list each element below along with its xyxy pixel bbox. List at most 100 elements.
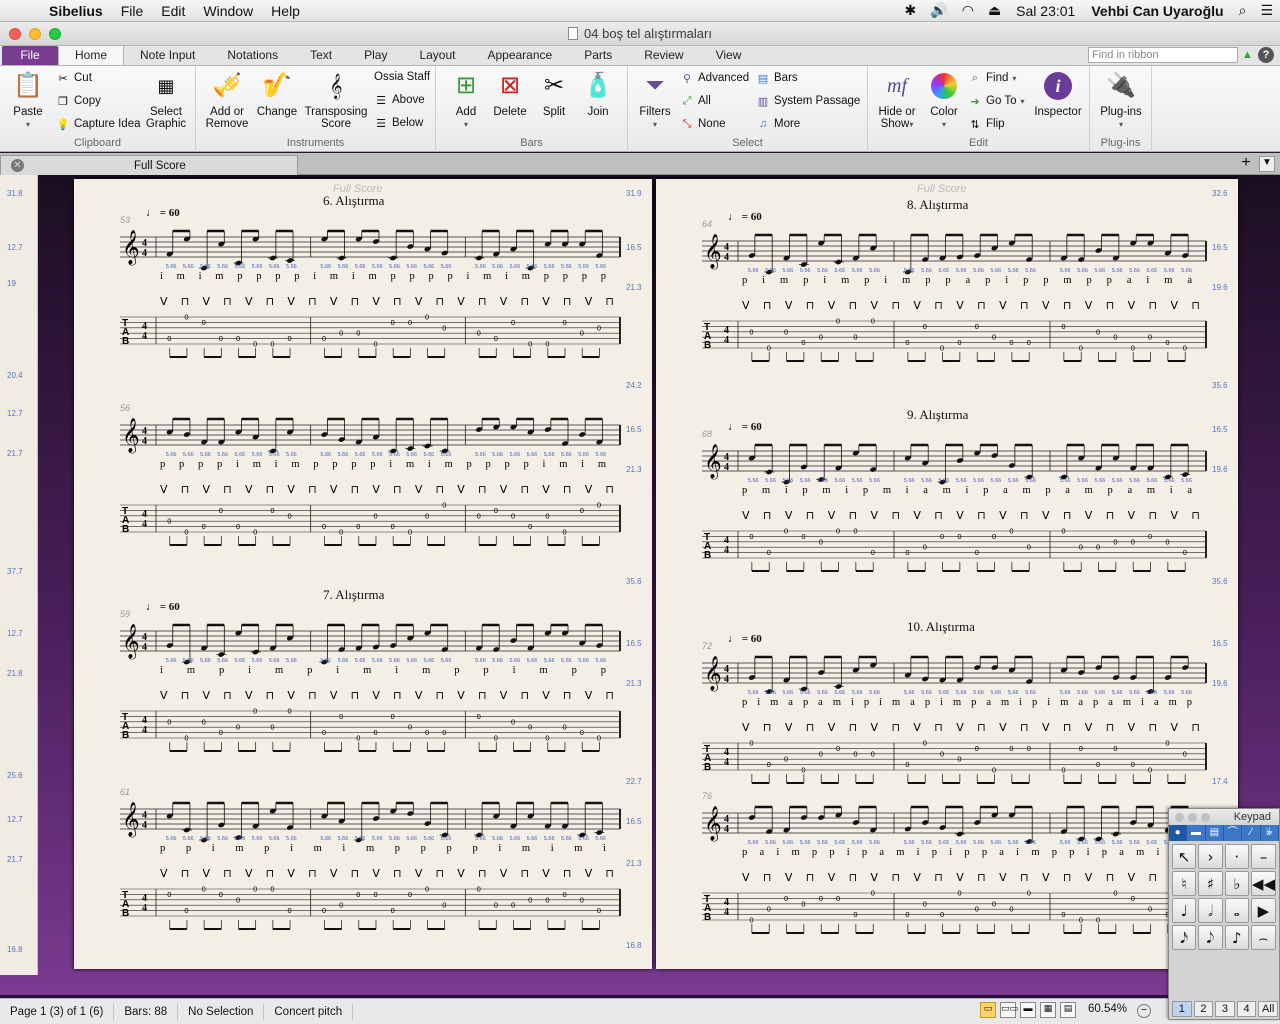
tab-fret-number[interactable]: 0: [923, 899, 927, 908]
tab-fret-number[interactable]: 0: [322, 906, 326, 915]
tab-fret-number[interactable]: 0: [749, 327, 753, 336]
tab-fret-number[interactable]: 0: [184, 528, 188, 537]
tab-fret-number[interactable]: 0: [408, 890, 412, 899]
tab-fret-number[interactable]: 0: [975, 905, 979, 914]
score-notation-canvas[interactable]: 𝄞 445.66 5.66 5.66 5.66 5.66 5.66 5.66 5.66 5.66 5…: [656, 179, 1238, 969]
bowing-marks[interactable]: V ⊓ V ⊓ V ⊓ V ⊓ V ⊓ V ⊓ V ⊓ V ⊓ V ⊓ V ⊓ …: [160, 295, 614, 308]
tab-fret-number[interactable]: 0: [1079, 916, 1083, 925]
tab-fret-number[interactable]: 0: [1061, 527, 1065, 536]
tab-fret-number[interactable]: 0: [957, 889, 961, 898]
tab-fret-number[interactable]: 0: [1027, 744, 1031, 753]
transposing-score-button[interactable]: 𝄞 Transposing Score: [304, 70, 368, 131]
tab-fret-number[interactable]: 0: [767, 344, 771, 353]
tab-fret-number[interactable]: 0: [236, 334, 240, 343]
tab-fret-number[interactable]: 0: [545, 511, 549, 520]
tab-fret-number[interactable]: 0: [236, 723, 240, 732]
ribbon-search-input[interactable]: Find in ribbon: [1088, 47, 1238, 63]
tab-fret-number[interactable]: 0: [425, 313, 429, 322]
tab-fret-number[interactable]: 0: [905, 910, 909, 919]
tab-fret-number[interactable]: 0: [202, 885, 206, 894]
tab-fret-number[interactable]: 0: [801, 766, 805, 775]
select-graphic-button[interactable]: ▦ Select Graphic: [142, 70, 190, 130]
tab-fret-number[interactable]: 0: [339, 901, 343, 910]
spotlight-icon[interactable]: ⌕: [1232, 2, 1254, 19]
keypad-tab-jazz[interactable]: ∕: [1242, 825, 1261, 841]
bowing-marks[interactable]: V ⊓ V ⊓ V ⊓ V ⊓ V ⊓ V ⊓ V ⊓ V ⊓ V ⊓ V ⊓ …: [160, 867, 614, 880]
tab-layout[interactable]: Layout: [403, 46, 471, 65]
tempo-marking[interactable]: ♩ = 60: [728, 421, 762, 433]
fingering-text[interactable]: p i m a p a m i p i m a p i m p a m i p …: [742, 697, 1200, 708]
keypad-zoom-button[interactable]: [1201, 813, 1210, 822]
tab-fret-number[interactable]: 0: [511, 318, 515, 327]
bluetooth-icon[interactable]: ✱: [898, 2, 924, 19]
tab-menu-button[interactable]: ▼: [1259, 156, 1275, 172]
tab-fret-number[interactable]: 0: [767, 548, 771, 557]
tab-note-input[interactable]: Note Input: [124, 46, 211, 65]
tab-fret-number[interactable]: 0: [511, 717, 515, 726]
tab-fret-number[interactable]: 0: [356, 329, 360, 338]
tempo-marking[interactable]: ♩ = 60: [146, 601, 180, 613]
volume-icon[interactable]: 🔊: [923, 2, 954, 19]
tab-fret-number[interactable]: 0: [494, 506, 498, 515]
select-more-button[interactable]: ♫ More: [756, 117, 800, 131]
tab-fret-number[interactable]: 0: [905, 760, 909, 769]
voice-2-button[interactable]: 2: [1193, 1001, 1214, 1017]
fingering-text[interactable]: p p i m p i m i m p p p p i m i m i: [160, 843, 614, 854]
exercise-title[interactable]: 7. Alıştırma: [323, 587, 384, 603]
tab-fret-number[interactable]: 0: [373, 728, 377, 737]
keypad-key[interactable]: 𝅘𝅥𝅮: [1198, 925, 1223, 950]
multiple-pages-view-icon[interactable]: ▦: [1040, 1002, 1056, 1018]
tab-fret-number[interactable]: 0: [339, 712, 343, 721]
exercise-title[interactable]: 9. Alıştırma: [907, 407, 968, 423]
score-notation-canvas[interactable]: 𝄞 445.66 5.66 5.66 5.66 5.66 5.66 5.66 5.66 5.66 5…: [74, 179, 652, 969]
tab-fret-number[interactable]: 0: [253, 340, 257, 349]
tab-fret-number[interactable]: 0: [1183, 344, 1187, 353]
tab-fret-number[interactable]: 0: [784, 527, 788, 536]
tab-fret-number[interactable]: 0: [580, 895, 584, 904]
close-tab-icon[interactable]: ✕: [11, 159, 24, 172]
menu-window[interactable]: Window: [194, 3, 262, 19]
tab-fret-number[interactable]: 0: [408, 528, 412, 537]
bowing-marks[interactable]: V ⊓ V ⊓ V ⊓ V ⊓ V ⊓ V ⊓ V ⊓ V ⊓ V ⊓ V ⊓ …: [742, 509, 1200, 522]
close-window-button[interactable]: [9, 28, 21, 40]
score-system[interactable]: 𝄞 445.66 5.66 5.66 5.66 5.66 5.66 5.66 5.66 5.66 5…: [702, 443, 1207, 572]
tab-fret-number[interactable]: 0: [494, 334, 498, 343]
tab-fret-number[interactable]: 0: [992, 766, 996, 775]
tab-fret-number[interactable]: 0: [391, 712, 395, 721]
help-icon[interactable]: ?: [1258, 47, 1274, 63]
tab-fret-number[interactable]: 0: [975, 322, 979, 331]
tab-fret-number[interactable]: 0: [442, 323, 446, 332]
tab-fret-number[interactable]: 0: [1027, 889, 1031, 898]
fingering-text[interactable]: p p p p i m i m p p p p i m i m p p p p …: [160, 459, 614, 470]
page-layout-view-icon[interactable]: ▤: [1060, 1002, 1076, 1018]
tab-fret-number[interactable]: 0: [940, 532, 944, 541]
exercise-title[interactable]: 6. Alıştırma: [323, 193, 384, 209]
tab-file[interactable]: File: [2, 46, 58, 65]
tab-fret-number[interactable]: 0: [494, 734, 498, 743]
tab-fret-number[interactable]: 0: [784, 894, 788, 903]
add-remove-instruments-button[interactable]: 🎺 Add or Remove: [204, 70, 250, 131]
tab-fret-number[interactable]: 0: [219, 334, 223, 343]
tab-fret-number[interactable]: 0: [442, 901, 446, 910]
keypad-key[interactable]: ▶: [1250, 898, 1276, 923]
tempo-marking[interactable]: ♩ = 60: [728, 211, 762, 223]
select-bars-button[interactable]: ▤ Bars: [756, 71, 798, 85]
tab-fret-number[interactable]: 0: [871, 548, 875, 557]
tab-fret-number[interactable]: 0: [545, 340, 549, 349]
tab-fret-number[interactable]: 0: [1113, 333, 1117, 342]
tab-fret-number[interactable]: 0: [1027, 543, 1031, 552]
tab-fret-number[interactable]: 0: [975, 744, 979, 753]
bowing-marks[interactable]: V ⊓ V ⊓ V ⊓ V ⊓ V ⊓ V ⊓ V ⊓ V ⊓ V ⊓ V ⊓ …: [160, 483, 614, 496]
tab-fret-number[interactable]: 0: [905, 548, 909, 557]
zoom-level[interactable]: 60.54%: [1088, 1003, 1127, 1015]
tab-fret-number[interactable]: 0: [184, 906, 188, 915]
menu-app-name[interactable]: Sibelius: [40, 3, 112, 19]
cut-button[interactable]: ✂ Cut: [56, 71, 92, 85]
keypad-tab-beams[interactable]: ▤: [1206, 825, 1224, 841]
tab-fret-number[interactable]: 0: [1148, 333, 1152, 342]
menu-help[interactable]: Help: [262, 3, 309, 19]
tab-fret-number[interactable]: 0: [391, 318, 395, 327]
tab-fret-number[interactable]: 0: [819, 894, 823, 903]
tab-fret-number[interactable]: 0: [580, 329, 584, 338]
user-name[interactable]: Vehbi Can Uyaroğlu: [1083, 3, 1231, 19]
